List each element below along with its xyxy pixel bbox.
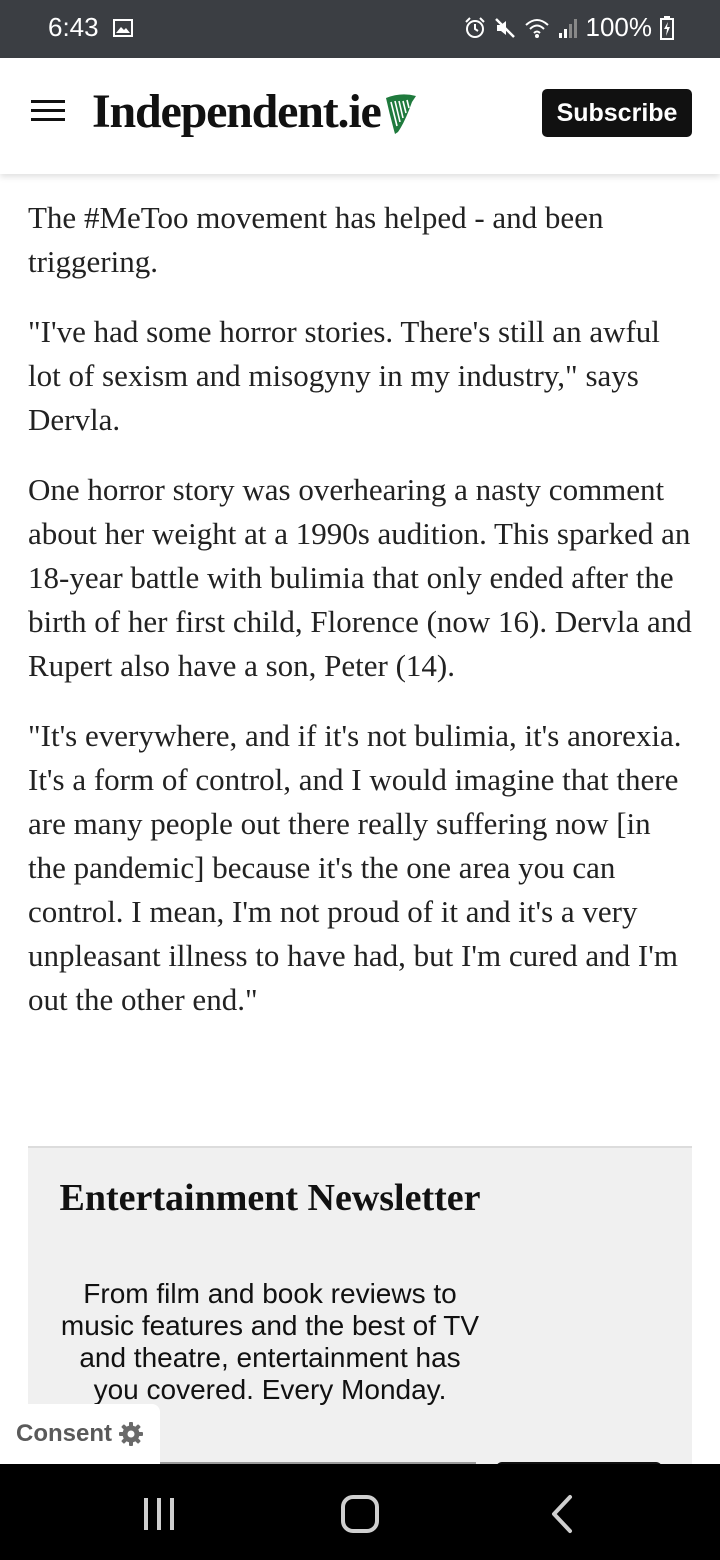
harp-icon	[385, 93, 416, 134]
alarm-icon	[464, 16, 485, 38]
subscribe-button[interactable]: Subscribe	[542, 89, 692, 137]
mute-icon	[494, 17, 515, 38]
consent-label: Consent	[16, 1420, 112, 1447]
status-icons: 100%	[464, 12, 674, 43]
logo-text: Independent.ie	[92, 85, 382, 138]
article-paragraph: One horror story was overhearing a nasty…	[28, 472, 692, 683]
article-paragraph: The #MeToo movement has helped - and bee…	[28, 200, 604, 279]
article-paragraph: "It's everywhere, and if it's not bulimi…	[28, 718, 682, 1017]
signal-icon	[558, 18, 577, 38]
gear-icon	[119, 1422, 143, 1446]
battery-charging-icon	[660, 15, 674, 40]
wifi-icon	[524, 18, 549, 38]
status-bar: 6:43 100%	[0, 0, 720, 58]
newsletter-title: Entertainment Newsletter	[59, 1177, 481, 1219]
hamburger-menu-icon[interactable]	[31, 98, 65, 124]
article-body: The #MeToo movement has helped - and bee…	[28, 196, 696, 1048]
gallery-icon	[113, 19, 133, 37]
newsletter-description: From film and book reviews to music feat…	[60, 1278, 480, 1405]
home-icon[interactable]	[338, 1492, 382, 1536]
battery-percent: 100%	[585, 12, 653, 42]
recent-apps-icon[interactable]	[137, 1492, 181, 1536]
site-logo[interactable]: Independent.ie	[92, 84, 419, 139]
site-header: Independent.ie Subscribe	[0, 58, 720, 174]
article-paragraph: "I've had some horror stories. There's s…	[28, 314, 660, 437]
status-time: 6:43	[48, 12, 99, 42]
back-icon[interactable]	[540, 1492, 584, 1536]
navigation-bar	[0, 1464, 720, 1560]
consent-button[interactable]: Consent	[0, 1404, 160, 1464]
